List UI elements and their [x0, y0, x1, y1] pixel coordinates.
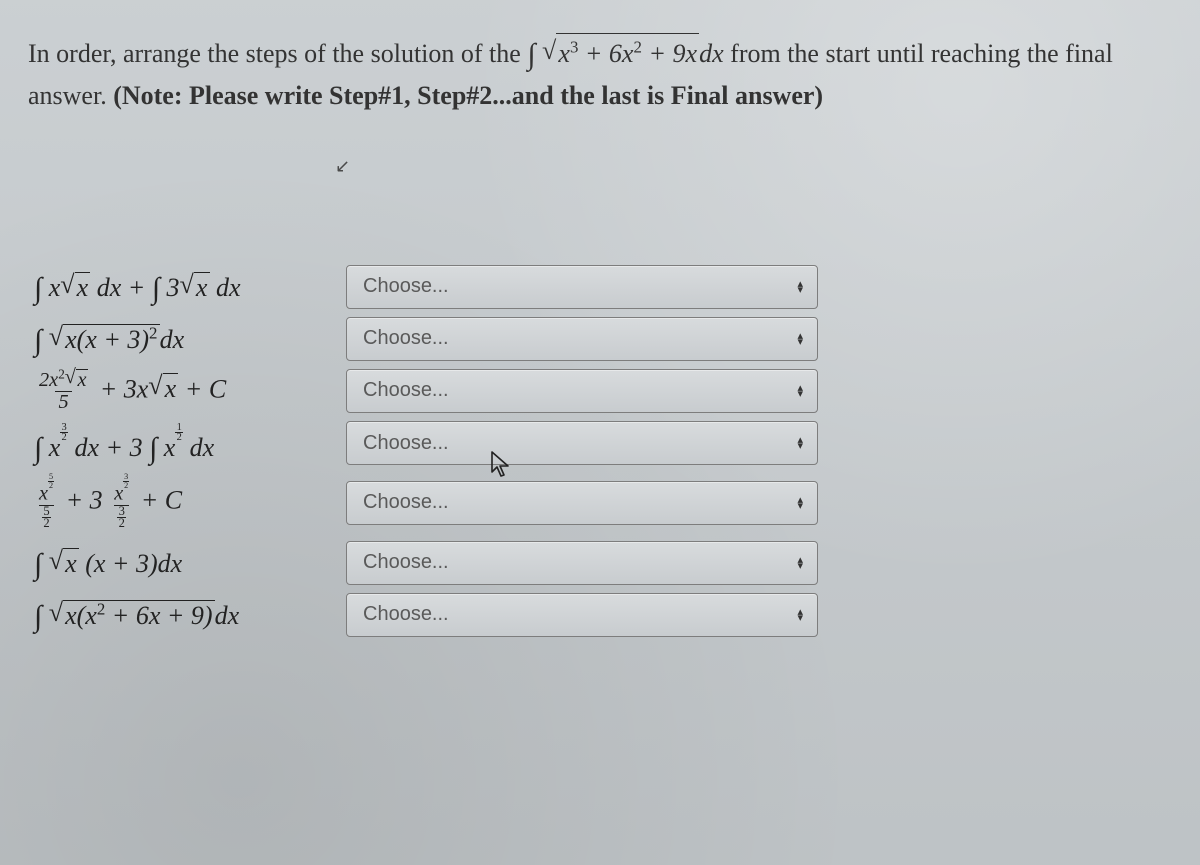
select-placeholder: Choose... [363, 551, 449, 574]
step-select-2[interactable]: Choose... [346, 317, 818, 361]
select-placeholder: Choose... [363, 603, 449, 626]
select-placeholder: Choose... [363, 327, 449, 350]
step-select-5[interactable]: Choose... [346, 481, 818, 525]
table-row: 2x2x5 + 3xx + C Choose... [34, 369, 818, 414]
prompt-lead: In order, arrange the steps of the solut… [28, 39, 527, 68]
expr-6: ∫ x (x + 3)dx [34, 541, 346, 585]
updown-icon [797, 497, 803, 509]
updown-icon [797, 333, 803, 345]
select-placeholder: Choose... [363, 379, 449, 402]
prompt-note: (Note: Please write Step#1, Step#2...and… [113, 81, 823, 110]
table-row: ∫ xx dx + ∫ 3x dx Choose... [34, 265, 818, 309]
expr-5: x52 52 + 3 x32 32 + C [34, 473, 346, 532]
table-row: ∫ x(x + 3)2dx Choose... [34, 317, 818, 361]
expr-2: ∫ x(x + 3)2dx [34, 317, 346, 361]
step-select-3[interactable]: Choose... [346, 369, 818, 413]
expr-1: ∫ xx dx + ∫ 3x dx [34, 265, 346, 309]
matching-rows: ∫ xx dx + ∫ 3x dx Choose... ∫ x(x + 3)2d… [34, 257, 818, 645]
step-select-7[interactable]: Choose... [346, 593, 818, 637]
prompt-integral: ∫ x3 + 6x2 + 9xdx [527, 39, 730, 68]
updown-icon [797, 437, 803, 449]
updown-icon [797, 609, 803, 621]
table-row: ∫ x (x + 3)dx Choose... [34, 541, 818, 585]
table-row: ∫ x(x2 + 6x + 9)dx Choose... [34, 593, 818, 637]
updown-icon [797, 281, 803, 293]
step-select-4[interactable]: Choose... [346, 421, 818, 465]
expr-7: ∫ x(x2 + 6x + 9)dx [34, 593, 346, 637]
expr-3: 2x2x5 + 3xx + C [34, 369, 346, 414]
table-row: ∫ x32 dx + 3 ∫ x12 dx Choose... [34, 421, 818, 465]
select-placeholder: Choose... [363, 432, 449, 455]
select-placeholder: Choose... [363, 491, 449, 514]
select-placeholder: Choose... [363, 275, 449, 298]
updown-icon [797, 557, 803, 569]
question-prompt: In order, arrange the steps of the solut… [28, 30, 1172, 117]
updown-icon [797, 385, 803, 397]
stray-mark-icon: ↙ [335, 156, 350, 177]
expr-4: ∫ x32 dx + 3 ∫ x12 dx [34, 421, 346, 465]
table-row: x52 52 + 3 x32 32 + C Choose... [34, 473, 818, 532]
step-select-1[interactable]: Choose... [346, 265, 818, 309]
step-select-6[interactable]: Choose... [346, 541, 818, 585]
